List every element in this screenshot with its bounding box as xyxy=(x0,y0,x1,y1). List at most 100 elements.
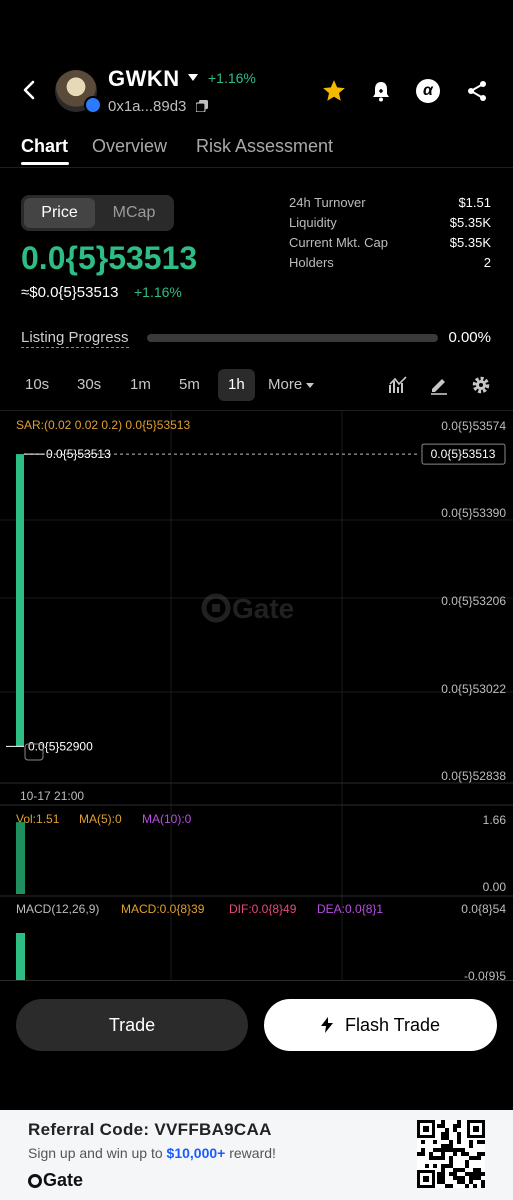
qr-module xyxy=(445,1164,449,1168)
qr-module xyxy=(449,1156,453,1160)
qr-module xyxy=(445,1128,449,1132)
qr-module xyxy=(465,1164,469,1168)
qr-module xyxy=(441,1180,445,1184)
qr-module xyxy=(449,1140,453,1144)
qr-module xyxy=(449,1144,453,1148)
token-dropdown-caret-icon[interactable] xyxy=(188,74,198,81)
price-tick: 0.0{5}53022 xyxy=(441,682,506,696)
qr-module xyxy=(441,1156,445,1160)
dea-value: DEA:0.0{8}1 xyxy=(317,902,383,916)
tabs-divider xyxy=(0,167,513,168)
tab-risk-assessment[interactable]: Risk Assessment xyxy=(196,136,333,157)
listing-progress-track xyxy=(147,334,438,342)
gate-logo-icon xyxy=(28,1174,42,1188)
draw-pencil-icon[interactable] xyxy=(429,375,449,395)
tab-overview[interactable]: Overview xyxy=(92,136,167,157)
qr-module xyxy=(461,1148,465,1152)
interval-5m[interactable]: 5m xyxy=(179,376,200,394)
ma5-label: MA(5):0 xyxy=(79,812,122,826)
qr-module xyxy=(481,1180,485,1184)
more-caret-icon xyxy=(306,382,315,388)
active-tab-indicator xyxy=(21,162,69,165)
qr-module xyxy=(481,1184,485,1188)
qr-module xyxy=(453,1168,457,1172)
qr-module xyxy=(453,1128,457,1132)
qr-module xyxy=(469,1172,473,1176)
qr-module xyxy=(473,1176,477,1180)
qr-module xyxy=(449,1172,453,1176)
token-name[interactable]: GWKN xyxy=(108,66,180,92)
qr-module xyxy=(457,1168,461,1172)
lightning-bolt-icon xyxy=(320,1017,333,1033)
qr-module xyxy=(481,1140,485,1144)
qr-module xyxy=(445,1132,449,1136)
dif-value: DIF:0.0{8}49 xyxy=(229,902,297,916)
qr-module xyxy=(457,1148,461,1152)
qr-module xyxy=(437,1176,441,1180)
interval-10s[interactable]: 10s xyxy=(25,376,49,394)
price-chart[interactable]: Gate SAR:(0.02 0.02 0.2) 0.0{5}53513 0.0… xyxy=(0,410,513,980)
back-arrow-icon[interactable] xyxy=(18,78,42,102)
alpha-icon[interactable]: α xyxy=(416,79,440,103)
referral-code: Referral Code: VVFFBA9CAA xyxy=(28,1120,272,1139)
qr-module xyxy=(449,1148,453,1152)
tab-chart[interactable]: Chart xyxy=(21,136,68,157)
listing-progress-label[interactable]: Listing Progress xyxy=(21,329,129,348)
stat-value-holders: 2 xyxy=(483,255,491,270)
qr-module xyxy=(453,1124,457,1128)
stat-value-market-cap: $5.35K xyxy=(449,235,491,250)
referral-text-after: reward! xyxy=(225,1145,276,1161)
qr-module xyxy=(473,1156,477,1160)
interval-1h[interactable]: 1h xyxy=(218,369,255,401)
indicators-icon[interactable] xyxy=(388,375,408,395)
qr-module xyxy=(441,1164,445,1168)
qr-module xyxy=(457,1120,461,1124)
macd-axis-top: 0.0{8}54 xyxy=(461,902,506,916)
header-change-percent: +1.16% xyxy=(208,70,256,86)
qr-module xyxy=(477,1152,481,1156)
qr-module xyxy=(449,1164,453,1168)
qr-module xyxy=(477,1140,481,1144)
flash-trade-button[interactable]: Flash Trade xyxy=(264,999,497,1051)
interval-1m[interactable]: 1m xyxy=(130,376,151,394)
qr-module xyxy=(465,1184,469,1188)
qr-module xyxy=(469,1176,473,1180)
volume-axis-bottom: 0.00 xyxy=(483,880,507,894)
qr-module xyxy=(433,1156,437,1160)
mcap-toggle-button[interactable]: MCap xyxy=(98,198,170,228)
qr-module xyxy=(461,1168,465,1172)
chart-settings-gear-icon[interactable] xyxy=(471,375,491,395)
chain-badge-icon xyxy=(84,96,102,114)
volume-axis-top: 1.66 xyxy=(483,813,507,827)
interval-more-dropdown[interactable]: More xyxy=(268,376,315,394)
referral-qr-code xyxy=(417,1120,485,1188)
qr-module xyxy=(441,1144,445,1148)
favorite-star-icon[interactable] xyxy=(321,78,347,104)
qr-module xyxy=(429,1156,433,1160)
price-change-percent: +1.16% xyxy=(134,284,182,300)
price-tick: 0.0{5}53390 xyxy=(441,506,506,520)
qr-module xyxy=(445,1148,449,1152)
stat-value-liquidity: $5.35K xyxy=(449,215,491,230)
qr-module xyxy=(441,1152,445,1156)
copy-icon[interactable] xyxy=(196,100,208,112)
qr-module xyxy=(421,1152,425,1156)
macd-label: MACD(12,26,9) xyxy=(16,902,99,916)
qr-module xyxy=(441,1172,445,1176)
qr-module xyxy=(453,1172,457,1176)
trade-button[interactable]: Trade xyxy=(16,999,248,1051)
price-toggle-button[interactable]: Price xyxy=(24,198,95,228)
share-icon[interactable] xyxy=(465,79,489,103)
qr-module xyxy=(477,1168,481,1172)
candle[interactable] xyxy=(16,454,24,747)
interval-30s[interactable]: 30s xyxy=(77,376,101,394)
qr-module xyxy=(441,1148,445,1152)
price-alert-bell-icon[interactable] xyxy=(369,79,393,103)
qr-module xyxy=(461,1176,465,1180)
qr-module xyxy=(473,1168,477,1172)
usd-price: ≈$0.0{5}53513 xyxy=(21,284,119,301)
qr-module xyxy=(465,1152,469,1156)
qr-module xyxy=(461,1152,465,1156)
price-tick: 0.0{5}53206 xyxy=(441,594,506,608)
qr-module xyxy=(433,1140,437,1144)
